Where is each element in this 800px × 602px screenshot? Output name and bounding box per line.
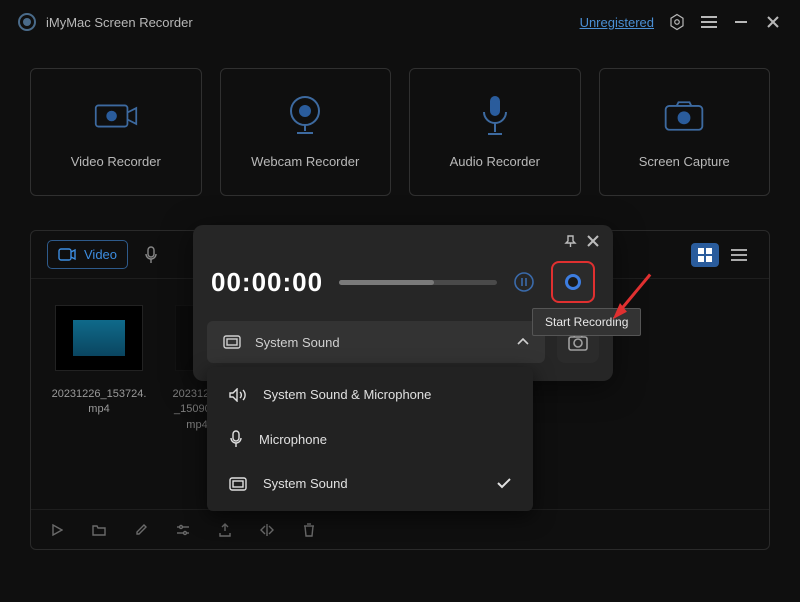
grid-view-button[interactable] xyxy=(691,243,719,267)
titlebar: iMyMac Screen Recorder Unregistered xyxy=(0,0,800,44)
close-button[interactable] xyxy=(764,13,782,31)
microphone-icon xyxy=(229,430,243,448)
tab-audio[interactable] xyxy=(134,240,168,270)
app-logo-icon xyxy=(18,13,36,31)
play-icon[interactable] xyxy=(49,522,65,538)
option-label: System Sound & Microphone xyxy=(263,387,431,402)
start-recording-button[interactable] xyxy=(551,261,595,303)
mode-label: Webcam Recorder xyxy=(251,154,359,169)
record-dot-icon xyxy=(565,274,581,290)
mode-audio-recorder[interactable]: Audio Recorder xyxy=(409,68,581,196)
edit-icon[interactable] xyxy=(133,522,149,538)
file-name: 20231226_153724.mp4 xyxy=(51,387,147,418)
dropdown-option-system[interactable]: System Sound xyxy=(207,462,533,505)
settings-gear-icon[interactable] xyxy=(668,13,686,31)
pin-icon[interactable] xyxy=(564,235,577,255)
minimize-button[interactable] xyxy=(732,13,750,31)
check-icon xyxy=(497,478,511,489)
unregistered-link[interactable]: Unregistered xyxy=(580,15,654,30)
library-toolbar xyxy=(31,509,769,549)
dropdown-option-both[interactable]: System Sound & Microphone xyxy=(207,373,533,416)
system-sound-icon xyxy=(229,477,247,491)
system-sound-icon xyxy=(223,335,241,349)
export-icon[interactable] xyxy=(217,522,233,538)
file-item[interactable]: 20231226_153724.mp4 xyxy=(51,305,147,433)
option-label: Microphone xyxy=(259,432,327,447)
mode-screen-capture[interactable]: Screen Capture xyxy=(599,68,771,196)
menu-icon[interactable] xyxy=(700,13,718,31)
screen-capture-icon xyxy=(662,96,706,136)
source-selected-label: System Sound xyxy=(255,335,340,350)
speaker-icon xyxy=(229,388,247,402)
list-view-button[interactable] xyxy=(725,243,753,267)
mode-label: Audio Recorder xyxy=(450,154,540,169)
pause-icon[interactable] xyxy=(513,271,535,293)
mode-webcam-recorder[interactable]: Webcam Recorder xyxy=(220,68,392,196)
trash-icon[interactable] xyxy=(301,522,317,538)
mode-label: Video Recorder xyxy=(71,154,161,169)
chevron-up-icon xyxy=(517,338,529,346)
dropdown-option-mic[interactable]: Microphone xyxy=(207,416,533,462)
audio-recorder-icon xyxy=(473,96,517,136)
folder-icon[interactable] xyxy=(91,522,107,538)
file-thumbnail xyxy=(55,305,143,371)
mode-video-recorder[interactable]: Video Recorder xyxy=(30,68,202,196)
close-controller-icon[interactable] xyxy=(587,235,599,255)
audio-source-dropdown: System Sound & Microphone Microphone Sys… xyxy=(207,367,533,511)
mode-label: Screen Capture xyxy=(639,154,730,169)
timer-display: 00:00:00 xyxy=(211,267,323,298)
option-label: System Sound xyxy=(263,476,348,491)
progress-bar xyxy=(339,280,497,285)
tab-label: Video xyxy=(84,247,117,262)
compress-icon[interactable] xyxy=(259,522,275,538)
audio-source-select[interactable]: System Sound xyxy=(207,321,545,363)
recording-controller: 00:00:00 System Sound xyxy=(193,225,613,381)
webcam-recorder-icon xyxy=(283,96,327,136)
start-recording-tooltip: Start Recording xyxy=(532,308,641,336)
app-title: iMyMac Screen Recorder xyxy=(46,15,193,30)
mode-cards-row: Video Recorder Webcam Recorder Audio Rec… xyxy=(0,44,800,226)
tab-video[interactable]: Video xyxy=(47,240,128,269)
sliders-icon[interactable] xyxy=(175,522,191,538)
video-recorder-icon xyxy=(94,96,138,136)
